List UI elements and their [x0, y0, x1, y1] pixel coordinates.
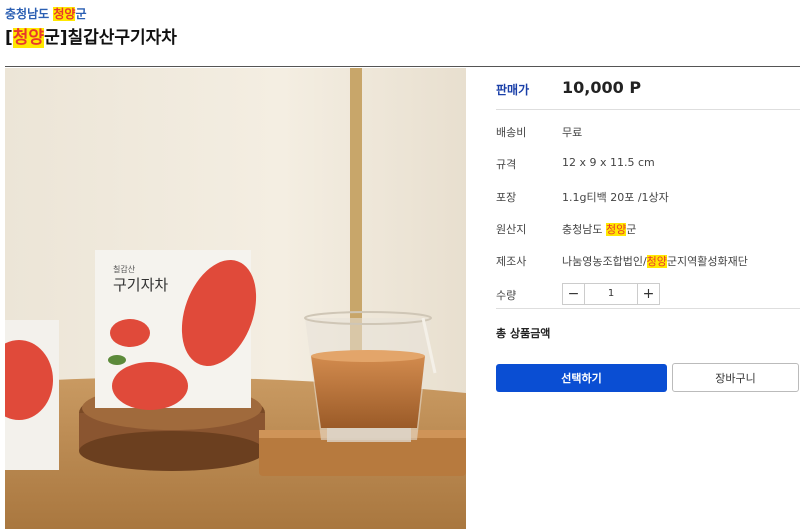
total-price-label: 총 상품금액 — [496, 327, 551, 340]
title-divider — [5, 66, 800, 67]
product-title: [청양군]칠갑산구기자차 — [5, 23, 177, 48]
title-highlight: 청양 — [12, 28, 45, 48]
quantity-minus-button[interactable]: − — [563, 284, 585, 304]
quantity-label: 수량 — [496, 289, 517, 302]
shipping-value: 무료 — [562, 126, 583, 139]
origin-suffix: 군 — [626, 223, 637, 236]
package-value: 1.1g티백 20포 /1상자 — [562, 191, 669, 204]
cart-button[interactable]: 장바구니 — [672, 363, 799, 392]
maker-value: 나눔영농조합법인/청양군지역활성화재단 — [562, 253, 748, 269]
price-value: 10,000 P — [562, 78, 642, 97]
size-label: 규격 — [496, 158, 517, 171]
select-button[interactable]: 선택하기 — [496, 364, 667, 392]
size-value: 12 x 9 x 11.5 cm — [562, 156, 655, 169]
price-label: 판매가 — [496, 83, 530, 97]
quantity-stepper[interactable]: − 1 + — [562, 283, 660, 305]
region-suffix: 군 — [75, 7, 87, 21]
package-label: 포장 — [496, 191, 517, 204]
quantity-separator — [496, 308, 800, 309]
box-brand-text: 칠갑산 — [113, 264, 136, 274]
origin-value: 충청남도 청양군 — [562, 221, 636, 237]
quantity-input[interactable]: 1 — [585, 284, 637, 304]
quantity-plus-button[interactable]: + — [637, 284, 659, 304]
title-bracket: [ — [5, 28, 13, 48]
origin-highlight: 청양 — [605, 223, 627, 236]
price-separator — [496, 109, 800, 110]
origin-label: 원산지 — [496, 223, 527, 236]
box-title-text: 구기자차 — [113, 276, 168, 294]
product-photo: 칠갑산 구기자차 — [5, 68, 466, 529]
region-highlight: 청양 — [53, 7, 76, 21]
shipping-label: 배송비 — [496, 126, 527, 139]
maker-prefix: 나눔영농조합법인/ — [562, 255, 647, 268]
region-prefix: 충청남도 — [5, 7, 54, 21]
region-breadcrumb[interactable]: 충청남도 청양군 — [5, 5, 86, 22]
maker-suffix: 군지역활성화재단 — [666, 255, 748, 268]
product-photo-illustration: 칠갑산 구기자차 — [5, 68, 466, 529]
maker-highlight: 청양 — [646, 255, 667, 268]
origin-prefix: 충청남도 — [562, 223, 606, 236]
title-rest: 군]칠갑산구기자차 — [44, 28, 177, 48]
maker-label: 제조사 — [496, 255, 527, 268]
